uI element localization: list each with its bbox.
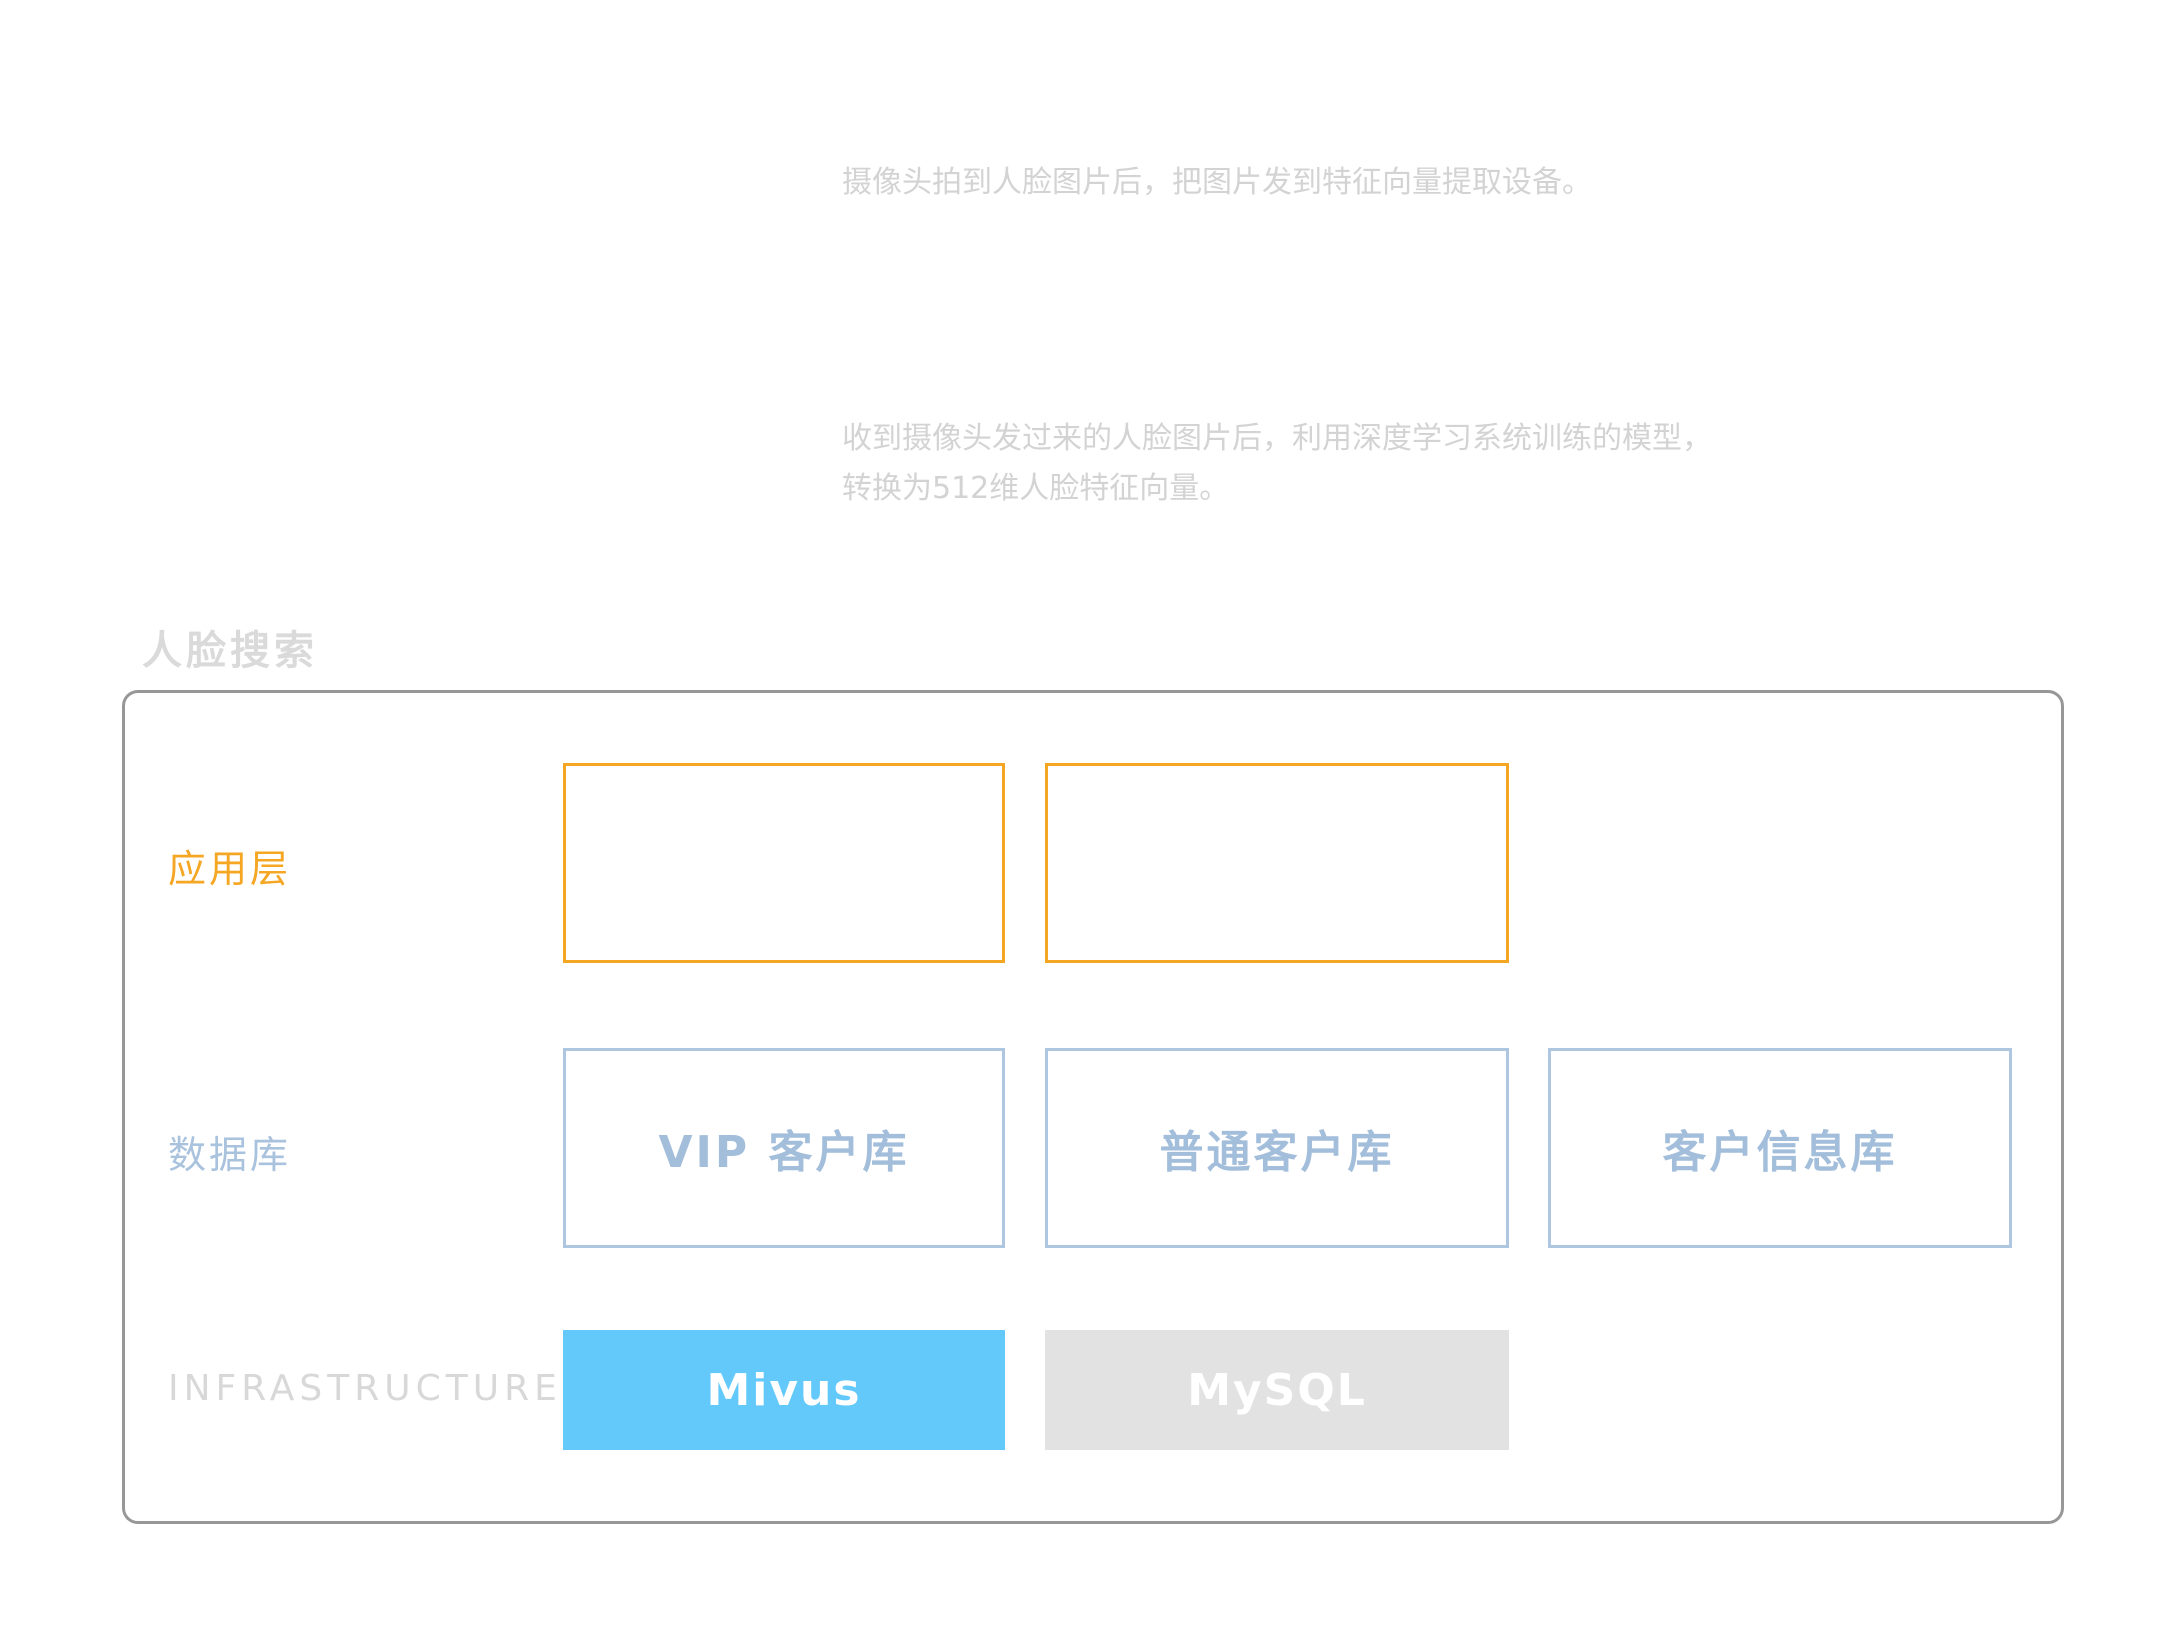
mivus-box: Mivus — [563, 1330, 1005, 1450]
vip-customer-db-box: VIP 客户库 — [563, 1048, 1005, 1248]
section-title: 人脸搜索 — [142, 628, 318, 674]
step-description-1: 摄像头拍到人脸图片后，把图片发到特征向量提取设备。 — [842, 165, 1592, 200]
infrastructure-layer-label: INFRASTRUCTURE — [168, 1368, 562, 1409]
step-description-2: 收到摄像头发过来的人脸图片后，利用深度学习系统训练的模型， 转换为512维人脸特… — [842, 421, 1712, 506]
application-box-2 — [1045, 763, 1509, 963]
regular-customer-db-box: 普通客户库 — [1045, 1048, 1509, 1248]
application-layer-label: 应用层 — [168, 847, 292, 891]
mysql-box: MySQL — [1045, 1330, 1509, 1450]
customer-info-db-box: 客户信息库 — [1548, 1048, 2012, 1248]
database-layer-label: 数据库 — [168, 1133, 292, 1177]
application-box-1 — [563, 763, 1005, 963]
